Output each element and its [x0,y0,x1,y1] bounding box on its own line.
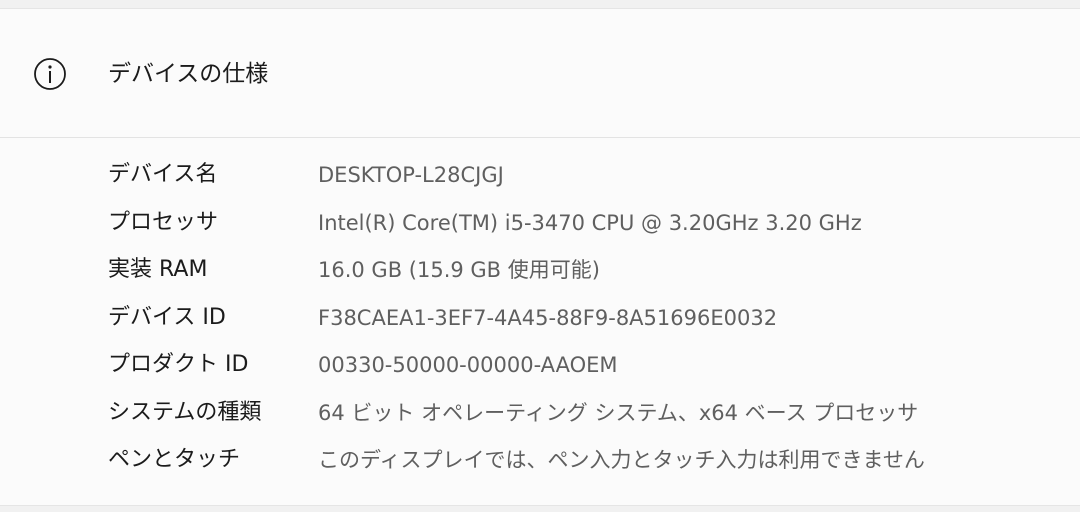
spec-value: 00330-50000-00000-AAOEM [318,353,618,377]
spec-row-device-id: デバイス ID F38CAEA1-3EF7-4A45-88F9-8A51696E… [0,298,1080,346]
info-icon [34,58,66,90]
device-specifications-card: デバイスの仕様 デバイス名 DESKTOP-L28CJGJ プロセッサ Inte… [0,8,1080,506]
spec-label: 実装 RAM [108,257,208,282]
spec-value: このディスプレイでは、ペン入力とタッチ入力は利用できません [318,448,925,472]
device-specifications-header[interactable]: デバイスの仕様 [0,9,1080,138]
section-title: デバイスの仕様 [108,61,269,87]
spec-row-processor: プロセッサ Intel(R) Core(TM) i5-3470 CPU @ 3.… [0,203,1080,251]
spec-label: プロセッサ [108,209,219,235]
spec-value: DESKTOP-L28CJGJ [318,163,504,187]
spec-value: F38CAEA1-3EF7-4A45-88F9-8A51696E0032 [318,305,778,330]
spec-row-system-type: システムの種類 64 ビット オペレーティング システム、x64 ベース プロセ… [0,393,1080,441]
spec-label: デバイス ID [108,304,226,330]
spec-label: デバイス名 [108,162,218,187]
spec-row-device-name: デバイス名 DESKTOP-L28CJGJ [0,155,1080,203]
spec-label: プロダクト ID [108,352,249,377]
spec-value: Intel(R) Core(TM) i5-3470 CPU @ 3.20GHz … [318,210,862,235]
spec-row-installed-ram: 実装 RAM 16.0 GB (15.9 GB 使用可能) [0,250,1080,298]
specs-list: デバイス名 DESKTOP-L28CJGJ プロセッサ Intel(R) Cor… [0,155,1080,488]
spec-value: 64 ビット オペレーティング システム、x64 ベース プロセッサ [318,400,919,425]
spec-label: ペンとタッチ [108,447,241,472]
spec-value: 16.0 GB (15.9 GB 使用可能) [318,258,600,282]
spec-row-pen-and-touch: ペンとタッチ このディスプレイでは、ペン入力とタッチ入力は利用できません [0,440,1080,488]
spec-label: システムの種類 [108,399,262,425]
spec-row-product-id: プロダクト ID 00330-50000-00000-AAOEM [0,345,1080,393]
